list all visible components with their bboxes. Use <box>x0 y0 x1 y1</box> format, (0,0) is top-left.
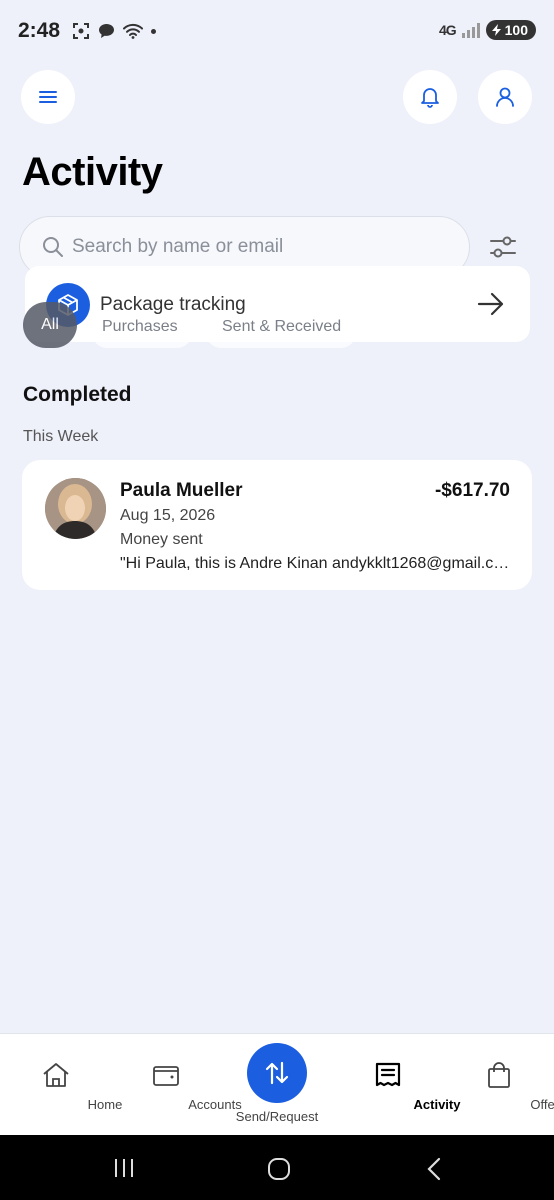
wifi-icon <box>123 23 144 39</box>
profile-button[interactable] <box>478 70 532 124</box>
chip-sent-received[interactable]: Sent & Received <box>222 318 341 336</box>
filter-sliders-icon[interactable] <box>486 230 520 264</box>
receipt-icon <box>375 1062 401 1087</box>
chip-purchases[interactable]: Purchases <box>102 318 178 336</box>
swap-arrows-icon <box>265 1061 289 1085</box>
section-period: This Week <box>23 428 99 445</box>
home-icon <box>43 1063 69 1087</box>
user-icon <box>496 87 514 107</box>
nav-offers-label: Offers <box>530 1097 554 1112</box>
nav-home[interactable]: Home <box>5 1034 122 1136</box>
page-title: Activity <box>22 150 163 194</box>
screenshot-icon <box>73 23 90 39</box>
back-icon[interactable] <box>424 1157 444 1181</box>
menu-button[interactable] <box>21 70 75 124</box>
shopping-bag-icon <box>488 1062 510 1088</box>
signal-icon <box>461 22 480 38</box>
bolt-icon <box>491 24 501 36</box>
home-circle-icon[interactable] <box>267 1157 291 1181</box>
network-type: 4G <box>438 22 457 38</box>
status-time: 2:48 <box>18 19 61 42</box>
wallet-icon <box>153 1066 179 1086</box>
section-title-completed: Completed <box>23 383 132 406</box>
search-icon <box>43 237 63 257</box>
send-request-button[interactable] <box>247 1043 307 1103</box>
arrow-right-icon[interactable] <box>476 290 506 318</box>
nav-offers[interactable]: Offers <box>448 1034 554 1136</box>
transaction-note: "Hi Paula, this is Andre Kinan andykklt1… <box>120 555 512 572</box>
chat-bubble-icon <box>99 24 115 38</box>
transaction-date: Aug 15, 2026 <box>120 507 216 524</box>
send-request-label: Send/Request <box>235 1109 319 1124</box>
notifications-button[interactable] <box>403 70 457 124</box>
recent-apps-icon[interactable] <box>113 1157 135 1179</box>
nav-accounts[interactable]: Accounts <box>115 1034 242 1136</box>
system-nav-bar <box>0 1135 554 1200</box>
battery-indicator: 100 <box>485 20 536 40</box>
transaction-amount: -$617.70 <box>434 480 510 501</box>
nav-activity[interactable]: Activity <box>337 1034 460 1136</box>
avatar <box>45 478 106 539</box>
bell-icon <box>421 88 439 108</box>
status-right: 4G 100 <box>439 20 536 40</box>
transaction-type: Money sent <box>120 531 203 548</box>
status-icons <box>72 22 157 40</box>
chip-all[interactable]: All <box>23 302 77 348</box>
transaction-name: Paula Mueller <box>120 480 243 501</box>
dot-icon <box>151 28 157 34</box>
hamburger-icon <box>39 91 57 103</box>
search-placeholder: Search by name or email <box>72 236 284 257</box>
status-bar: 2:48 4G 100 <box>0 0 554 62</box>
package-tracking-label: Package tracking <box>100 294 246 315</box>
battery-level: 100 <box>504 22 528 38</box>
avatar-photo <box>45 478 106 539</box>
